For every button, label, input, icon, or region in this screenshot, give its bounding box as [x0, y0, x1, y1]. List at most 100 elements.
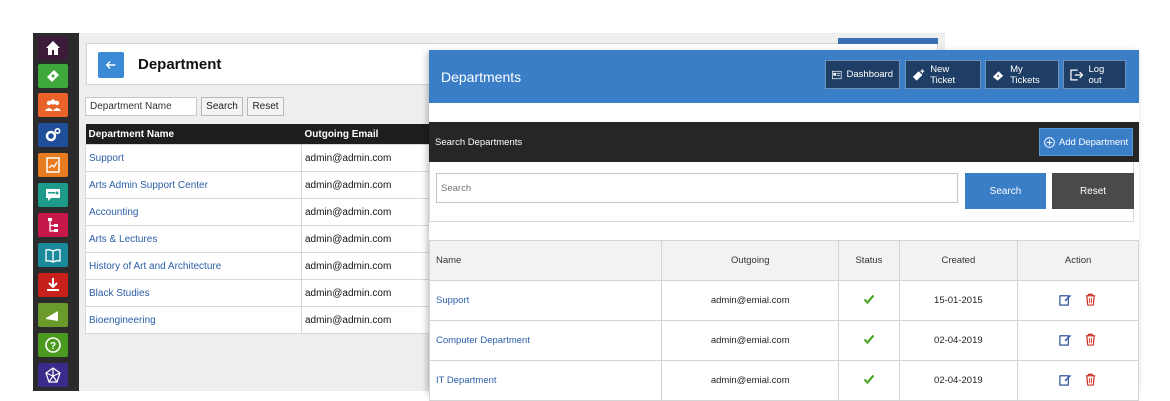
logout-label: Log out	[1088, 63, 1105, 86]
help-icon: ?	[45, 337, 61, 353]
sidebar-network[interactable]	[38, 363, 68, 387]
status-cell	[838, 360, 900, 401]
outgoing-email: admin@emial.com	[661, 360, 840, 401]
reset-button[interactable]: Reset	[1052, 173, 1134, 209]
legacy-search-button[interactable]: Search	[201, 97, 243, 116]
created-date: 02-04-2019	[898, 320, 1019, 361]
legacy-col-department: Department Name	[85, 124, 302, 145]
department-link[interactable]: Black Studies	[85, 279, 302, 307]
table-row: Accounting admin@admin.com	[85, 198, 438, 226]
my-tickets-icon	[992, 70, 1004, 81]
table-row: Support admin@admin.com	[85, 144, 438, 172]
legacy-search-input[interactable]	[85, 97, 197, 116]
department-link[interactable]: Support	[85, 144, 302, 172]
hierarchy-icon	[48, 218, 58, 232]
logout-icon	[1070, 69, 1084, 80]
outgoing-email: admin@emial.com	[661, 320, 840, 361]
legacy-col-email: Outgoing Email	[301, 124, 438, 145]
table-row: Arts & Lectures admin@admin.com	[85, 225, 438, 253]
department-email: admin@admin.com	[301, 198, 438, 226]
search-button[interactable]: Search	[965, 173, 1046, 209]
download-icon	[47, 278, 59, 291]
top-navbar: Departments Dashboard New Ticket My Tick…	[429, 50, 1139, 103]
settings-icon	[45, 127, 61, 142]
new-ticket-icon	[912, 68, 925, 81]
check-icon	[863, 294, 875, 305]
users-icon	[45, 99, 61, 111]
delete-icon[interactable]	[1084, 333, 1097, 346]
search-section-title: Search Departments	[435, 137, 523, 148]
book-icon	[45, 249, 61, 263]
back-button[interactable]	[98, 52, 124, 78]
action-cell	[1017, 280, 1139, 321]
col-created: Created	[898, 240, 1019, 281]
search-form: Search Reset	[429, 162, 1134, 222]
my-tickets-button[interactable]: My Tickets	[985, 60, 1059, 89]
edit-icon[interactable]	[1059, 293, 1072, 306]
new-ticket-label: New Ticket	[930, 63, 956, 86]
table-row: IT Department admin@emial.com 02-04-2019	[428, 360, 1139, 401]
new-ticket-button[interactable]: New Ticket	[905, 60, 981, 89]
ticket-icon	[47, 70, 59, 82]
outgoing-email: admin@emial.com	[661, 280, 840, 321]
col-status: Status	[838, 240, 900, 281]
department-name-link[interactable]: IT Department	[428, 360, 663, 401]
dashboard-button[interactable]: Dashboard	[825, 60, 900, 89]
chat-icon	[46, 189, 60, 201]
status-cell	[838, 280, 900, 321]
plus-circle-icon	[1044, 136, 1055, 148]
sidebar-announcements[interactable]	[38, 303, 68, 327]
department-link[interactable]: Arts & Lectures	[85, 225, 302, 253]
department-name-link[interactable]: Support	[428, 280, 663, 321]
department-email: admin@admin.com	[301, 279, 438, 307]
legacy-header-accent	[838, 38, 938, 44]
edit-icon[interactable]	[1059, 373, 1072, 386]
sidebar-hierarchy[interactable]	[38, 213, 68, 237]
edit-icon[interactable]	[1059, 333, 1072, 346]
sidebar-chat[interactable]	[38, 183, 68, 207]
sidebar-tickets[interactable]	[38, 64, 68, 88]
department-link[interactable]: Bioengineering	[85, 306, 302, 334]
sidebar-knowledgebase[interactable]	[38, 243, 68, 267]
sidebar-download[interactable]	[38, 273, 68, 297]
icon-sidebar: ?	[33, 33, 79, 391]
legacy-page-title: Department	[138, 56, 222, 73]
announcement-icon	[46, 311, 58, 321]
table-row: History of Art and Architecture admin@adm…	[85, 252, 438, 280]
my-tickets-label: My Tickets	[1010, 63, 1040, 86]
delete-icon[interactable]	[1084, 373, 1097, 386]
sidebar-settings[interactable]	[38, 123, 68, 147]
add-department-button[interactable]: Add Department	[1039, 128, 1133, 156]
action-cell	[1017, 320, 1139, 361]
department-email: admin@admin.com	[301, 306, 438, 334]
department-email: admin@admin.com	[301, 252, 438, 280]
sidebar-home[interactable]	[38, 36, 68, 60]
search-input[interactable]	[436, 173, 958, 203]
department-email: admin@admin.com	[301, 144, 438, 172]
departments-table: Name Outgoing Status Created Action Supp…	[428, 240, 1139, 401]
col-name: Name	[428, 240, 663, 281]
department-link[interactable]: Accounting	[85, 198, 302, 226]
delete-icon[interactable]	[1084, 293, 1097, 306]
table-row: Computer Department admin@emial.com 02-0…	[428, 320, 1139, 361]
sidebar-users[interactable]	[38, 93, 68, 117]
col-action: Action	[1017, 240, 1139, 281]
legacy-department-table: Department Name Outgoing Email Support ad…	[85, 124, 438, 334]
department-link[interactable]: History of Art and Architecture	[85, 252, 302, 280]
action-cell	[1017, 360, 1139, 401]
departments-panel: Departments Dashboard New Ticket My Tick…	[428, 50, 1139, 401]
sidebar-reports[interactable]	[38, 153, 68, 177]
status-cell	[838, 320, 900, 361]
page-title: Departments	[441, 69, 522, 85]
report-icon	[46, 157, 60, 173]
legacy-reset-button[interactable]: Reset	[247, 97, 284, 116]
department-link[interactable]: Arts Admin Support Center	[85, 171, 302, 199]
svg-text:?: ?	[50, 341, 56, 352]
sidebar-help[interactable]: ?	[38, 333, 68, 357]
department-name-link[interactable]: Computer Department	[428, 320, 663, 361]
logout-button[interactable]: Log out	[1063, 60, 1126, 89]
check-icon	[863, 374, 875, 385]
add-department-label: Add Department	[1058, 136, 1129, 148]
col-outgoing: Outgoing	[661, 240, 840, 281]
department-email: admin@admin.com	[301, 225, 438, 253]
